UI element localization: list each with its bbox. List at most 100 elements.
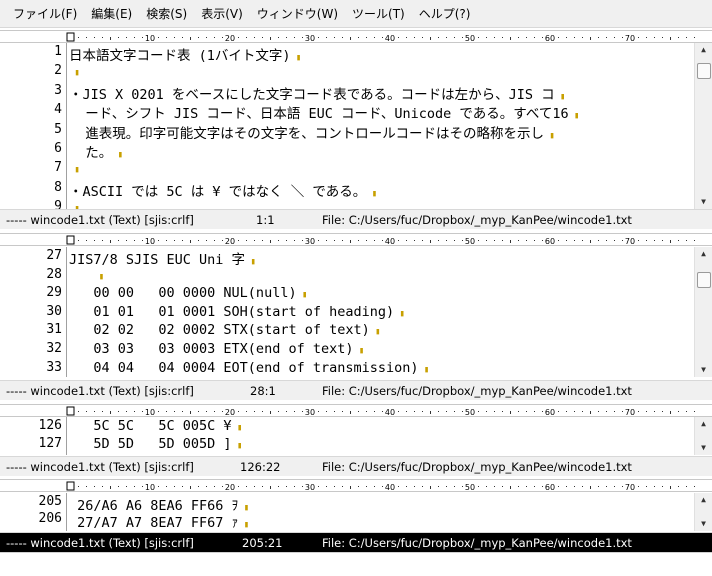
menu-search[interactable]: 検索(S) xyxy=(139,4,194,24)
text-area[interactable]: JIS7/8 SJIS EUC Uni 字 ▮ ▮ 00 00 00 0000 … xyxy=(66,247,694,377)
ruler-tick xyxy=(78,240,79,241)
vertical-scrollbar[interactable]: ▲ ▼ xyxy=(694,43,712,209)
eol-marker-icon: ▮ xyxy=(418,364,430,375)
scroll-down-arrow-icon[interactable]: ▼ xyxy=(695,441,712,455)
ruler-tick xyxy=(102,37,103,38)
ruler-tick xyxy=(614,37,615,38)
eol-marker-icon: ▮ xyxy=(554,91,566,102)
ruler-tick xyxy=(126,240,127,241)
ruler-tick xyxy=(238,37,239,38)
menu-help[interactable]: ヘルプ(?) xyxy=(412,4,478,24)
editor-pane-4[interactable]: 205 206 26/A6 A6 8EA6 FF66 ｦ ▮ 27/A7 A7 8… xyxy=(0,493,712,531)
vertical-scrollbar[interactable]: ▲ ▼ xyxy=(694,493,712,531)
ruler-tick xyxy=(374,37,375,38)
ruler-tick xyxy=(518,411,519,412)
text-line[interactable]: 5C 5C 5C 005C ¥ ▮ xyxy=(69,418,242,434)
editor-pane-1[interactable]: 123456789 日本語文字コード表 (1バイト文字) ▮ ▮ ・JIS X 0… xyxy=(0,43,712,209)
text-line[interactable]: 02 02 02 0002 STX(start of text) ▮ xyxy=(69,322,380,338)
menu-file[interactable]: ファイル(F) xyxy=(6,4,84,24)
ruler-tick xyxy=(262,240,263,241)
scroll-thumb[interactable] xyxy=(697,63,711,79)
scroll-down-arrow-icon[interactable]: ▼ xyxy=(695,363,712,377)
scroll-up-arrow-icon[interactable]: ▲ xyxy=(695,247,712,261)
menu-edit[interactable]: 編集(E) xyxy=(84,4,139,24)
ruler-tick xyxy=(334,486,335,487)
ruler-label: 10 xyxy=(145,408,155,417)
text-area[interactable]: 5C 5C 5C 005C ¥ ▮ 5D 5D 5D 005D ] ▮ xyxy=(66,417,694,455)
ruler-tick xyxy=(446,486,447,487)
ruler-tick xyxy=(558,240,559,241)
text-line[interactable]: 03 03 03 0003 ETX(end of text) ▮ xyxy=(69,341,364,357)
status-cursor-position: 1:1 xyxy=(256,213,275,227)
ruler-tick xyxy=(654,240,655,241)
ruler-tick xyxy=(134,411,135,412)
column-ruler: 10 20 30 40 50 60 70 xyxy=(0,30,712,43)
ruler-tick xyxy=(270,411,271,414)
text-line[interactable]: ・ASCII では 5C は ¥ ではなく ＼ である。 ▮ xyxy=(69,180,377,200)
text-line[interactable]: 04 04 04 0004 EOT(end of transmission) ▮ xyxy=(69,360,429,376)
ruler-tick xyxy=(414,240,415,241)
menu-tools[interactable]: ツール(T) xyxy=(345,4,412,24)
scroll-up-arrow-icon[interactable]: ▲ xyxy=(695,43,712,57)
scroll-thumb[interactable] xyxy=(697,272,711,288)
ruler-tick xyxy=(646,486,647,487)
editor-pane-3[interactable]: 126 127 5C 5C 5C 005C ¥ ▮ 5D 5D 5D 005D ]… xyxy=(0,417,712,455)
ruler-tick xyxy=(318,411,319,412)
status-bar-pane-4-active: ----- wincode1.txt (Text) [sjis:crlf] 20… xyxy=(0,532,712,552)
editor-pane-2[interactable]: 27 28 29 30 31 32 33 JIS7/8 SJIS EUC Uni 字 ▮ ▮… xyxy=(0,247,712,377)
ruler-ticks: 10 20 30 40 50 60 70 xyxy=(66,481,695,491)
text-line[interactable]: 01 01 01 0001 SOH(start of heading) ▮ xyxy=(69,304,405,320)
ruler-tick xyxy=(326,240,327,241)
text-line[interactable]: 27/A7 A7 8EA7 FF67 ｧ ▮ xyxy=(69,511,249,531)
ruler-tick xyxy=(678,486,679,487)
scroll-down-arrow-icon[interactable]: ▼ xyxy=(695,517,712,531)
line-text: 04 04 04 0004 EOT(end of transmission) xyxy=(69,359,419,376)
ruler-tick xyxy=(134,240,135,241)
text-line[interactable]: ▮ xyxy=(69,199,79,209)
text-line[interactable]: 00 00 00 0000 NUL(null) ▮ xyxy=(69,285,307,301)
text-area[interactable]: 26/A6 A6 8EA6 FF66 ｦ ▮ 27/A7 A7 8EA7 FF6… xyxy=(66,493,694,531)
text-line[interactable]: ・JIS X 0201 をベースにした文字コード表である。コードは左から、JIS… xyxy=(69,83,565,103)
ruler-tick xyxy=(422,411,423,412)
text-line[interactable]: 進表現。印字可能文字はその文字を、コントロールコードはその略称を示し ▮ xyxy=(69,122,555,142)
ruler-label: 50 xyxy=(465,408,475,417)
text-line[interactable]: 日本語文字コード表 (1バイト文字) ▮ xyxy=(69,44,301,64)
eol-marker-icon: ▮ xyxy=(112,150,124,160)
text-line[interactable]: た。 ▮ xyxy=(69,141,123,161)
ruler-ticks: 10 20 30 40 50 60 70 xyxy=(66,235,695,246)
text-line[interactable]: ード、シフト JIS コード、日本語 EUC コード、Unicode である。す… xyxy=(69,102,579,122)
scroll-down-arrow-icon[interactable]: ▼ xyxy=(695,195,712,209)
eol-marker-icon: ▮ xyxy=(231,441,243,451)
ruler-tick xyxy=(158,37,159,38)
minibuffer[interactable] xyxy=(0,552,712,576)
menu-window[interactable]: ウィンドウ(W) xyxy=(250,4,345,24)
ruler-tick xyxy=(670,240,671,243)
text-line[interactable]: ▮ xyxy=(69,63,79,79)
scroll-up-arrow-icon[interactable]: ▲ xyxy=(695,493,712,507)
ruler-tick xyxy=(678,411,679,412)
ruler-tick xyxy=(222,240,223,241)
text-line[interactable]: 5D 5D 5D 005D ] ▮ xyxy=(69,436,242,452)
vertical-scrollbar[interactable]: ▲ ▼ xyxy=(694,247,712,377)
ruler-tick xyxy=(422,486,423,487)
status-file-path: File: C:/Users/fuc/Dropbox/_myp_KanPee/w… xyxy=(322,460,632,474)
menu-view[interactable]: 表示(V) xyxy=(194,4,250,24)
eol-marker-icon: ▮ xyxy=(231,423,243,433)
ruler-tick xyxy=(222,411,223,412)
ruler-tick xyxy=(334,37,335,38)
vertical-scrollbar[interactable]: ▲ ▼ xyxy=(694,417,712,455)
text-area[interactable]: 日本語文字コード表 (1バイト文字) ▮ ▮ ・JIS X 0201 をベースにし… xyxy=(66,43,694,209)
ruler-tick xyxy=(422,240,423,241)
ruler-tick xyxy=(118,240,119,241)
column-ruler: 10 20 30 40 50 60 70 xyxy=(0,404,712,417)
text-line[interactable]: ▮ xyxy=(69,267,104,283)
ruler-tick xyxy=(110,240,111,243)
text-line[interactable]: ▮ xyxy=(69,160,79,176)
line-number: 7 xyxy=(54,160,62,176)
scroll-up-arrow-icon[interactable]: ▲ xyxy=(695,417,712,431)
ruler-tick xyxy=(598,240,599,241)
ruler-tick xyxy=(142,486,143,487)
ruler-label: 50 xyxy=(465,237,475,246)
text-line[interactable]: JIS7/8 SJIS EUC Uni 字 ▮ xyxy=(69,248,256,268)
ruler-tick xyxy=(398,37,399,38)
